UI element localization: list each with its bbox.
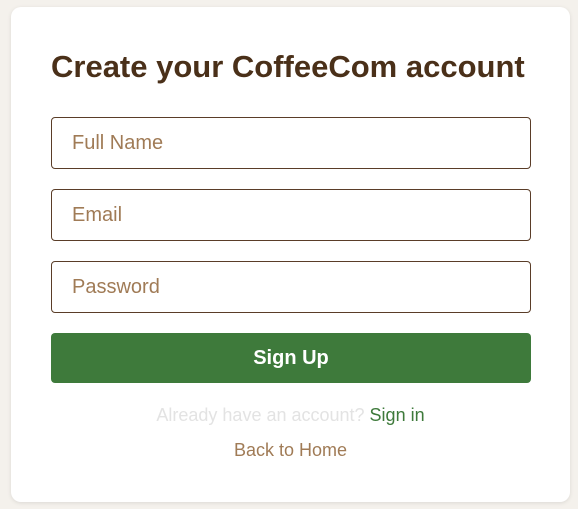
full-name-input[interactable]: [51, 117, 531, 169]
back-to-home-link[interactable]: Back to Home: [234, 440, 347, 460]
page-title: Create your CoffeeCom account: [51, 49, 525, 84]
sign-in-link[interactable]: Sign in: [370, 405, 425, 425]
back-home-row: Back to Home: [11, 439, 570, 461]
signup-card: Create your CoffeeCom account Sign Up Al…: [11, 7, 570, 502]
password-input[interactable]: [51, 261, 531, 313]
email-input[interactable]: [51, 189, 531, 241]
signin-prompt-text: Already have an account?: [156, 405, 370, 425]
sign-up-button[interactable]: Sign Up: [51, 333, 531, 383]
signin-prompt-row: Already have an account? Sign in: [11, 404, 570, 426]
